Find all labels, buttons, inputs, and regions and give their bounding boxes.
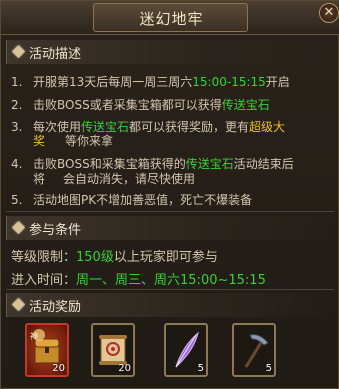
- dungeon-event-panel: 迷幻地牢 ✕ 活动描述 1. 开服第13天后每周一周三周六15:00-15:15开…: [0, 0, 339, 389]
- reward-count: 20: [118, 363, 131, 374]
- divider: [6, 289, 334, 290]
- section-conditions-title: 参与条件: [29, 223, 82, 238]
- reward-slot-pickaxe[interactable]: 5: [232, 323, 276, 377]
- reward-slot-scroll[interactable]: 20: [91, 323, 135, 377]
- description-item-2: 2. 击败BOSS或者采集宝箱都可以获得传送宝石: [11, 98, 270, 112]
- close-icon[interactable]: ✕: [319, 3, 339, 23]
- divider: [6, 211, 334, 212]
- reward-count: 5: [265, 363, 272, 374]
- description-item-4-cont: 将会自动消失，请尽快使用: [33, 172, 196, 186]
- diamond-icon: [12, 45, 25, 58]
- title-bar: 迷幻地牢 ✕: [1, 1, 339, 35]
- description-item-3-cont: 奖等你来拿: [33, 134, 114, 148]
- section-rewards-header: 活动奖励: [6, 293, 334, 317]
- section-rewards-title: 活动奖励: [29, 300, 82, 315]
- section-description-title: 活动描述: [29, 47, 82, 62]
- title-plate: 迷幻地牢: [93, 3, 248, 32]
- window-title: 迷幻地牢: [139, 10, 204, 28]
- reward-slot-feather[interactable]: 5: [164, 323, 208, 377]
- section-description-header: 活动描述: [6, 40, 334, 64]
- reward-count: 20: [52, 363, 65, 374]
- description-item-1: 1. 开服第13天后每周一周三周六15:00-15:15开启: [11, 75, 290, 89]
- svg-text:神: 神: [30, 331, 38, 341]
- description-item-5: 5. 活动地图PK不增加善恶值，死亡不爆装备: [11, 193, 253, 207]
- diamond-icon: [12, 298, 25, 311]
- reward-slot-divine-chest[interactable]: 神 20: [25, 323, 69, 377]
- entry-time: 进入时间：周一、周三、周六15:00~15:15: [11, 273, 266, 288]
- level-requirement: 等级限制：150级以上玩家即可参与: [11, 250, 218, 265]
- reward-count: 5: [197, 363, 204, 374]
- diamond-icon: [12, 221, 25, 234]
- section-conditions-header: 参与条件: [6, 216, 334, 240]
